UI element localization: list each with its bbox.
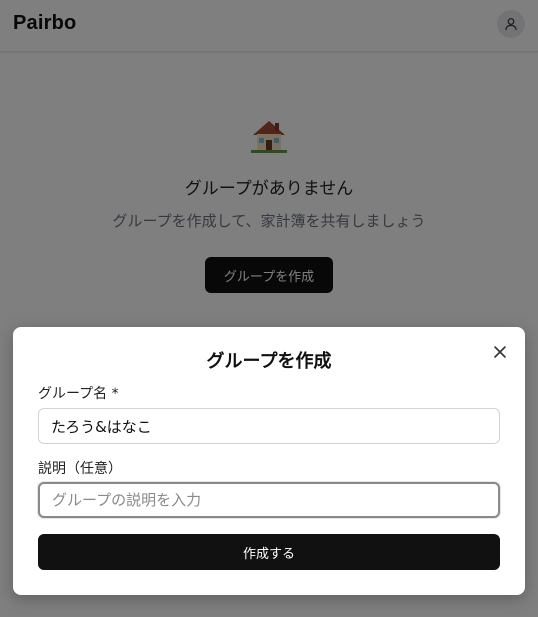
description-input[interactable]: [38, 482, 500, 518]
close-icon: [494, 346, 506, 358]
create-group-dialog: グループを作成 グループ名 * 説明（任意） 作成する: [13, 327, 525, 595]
group-name-label: グループ名 *: [38, 386, 119, 402]
description-label: 説明（任意）: [38, 461, 122, 477]
close-button[interactable]: [491, 343, 509, 361]
submit-button[interactable]: 作成する: [38, 534, 500, 570]
group-name-input[interactable]: [38, 408, 500, 444]
dialog-title: グループを作成: [206, 351, 332, 372]
